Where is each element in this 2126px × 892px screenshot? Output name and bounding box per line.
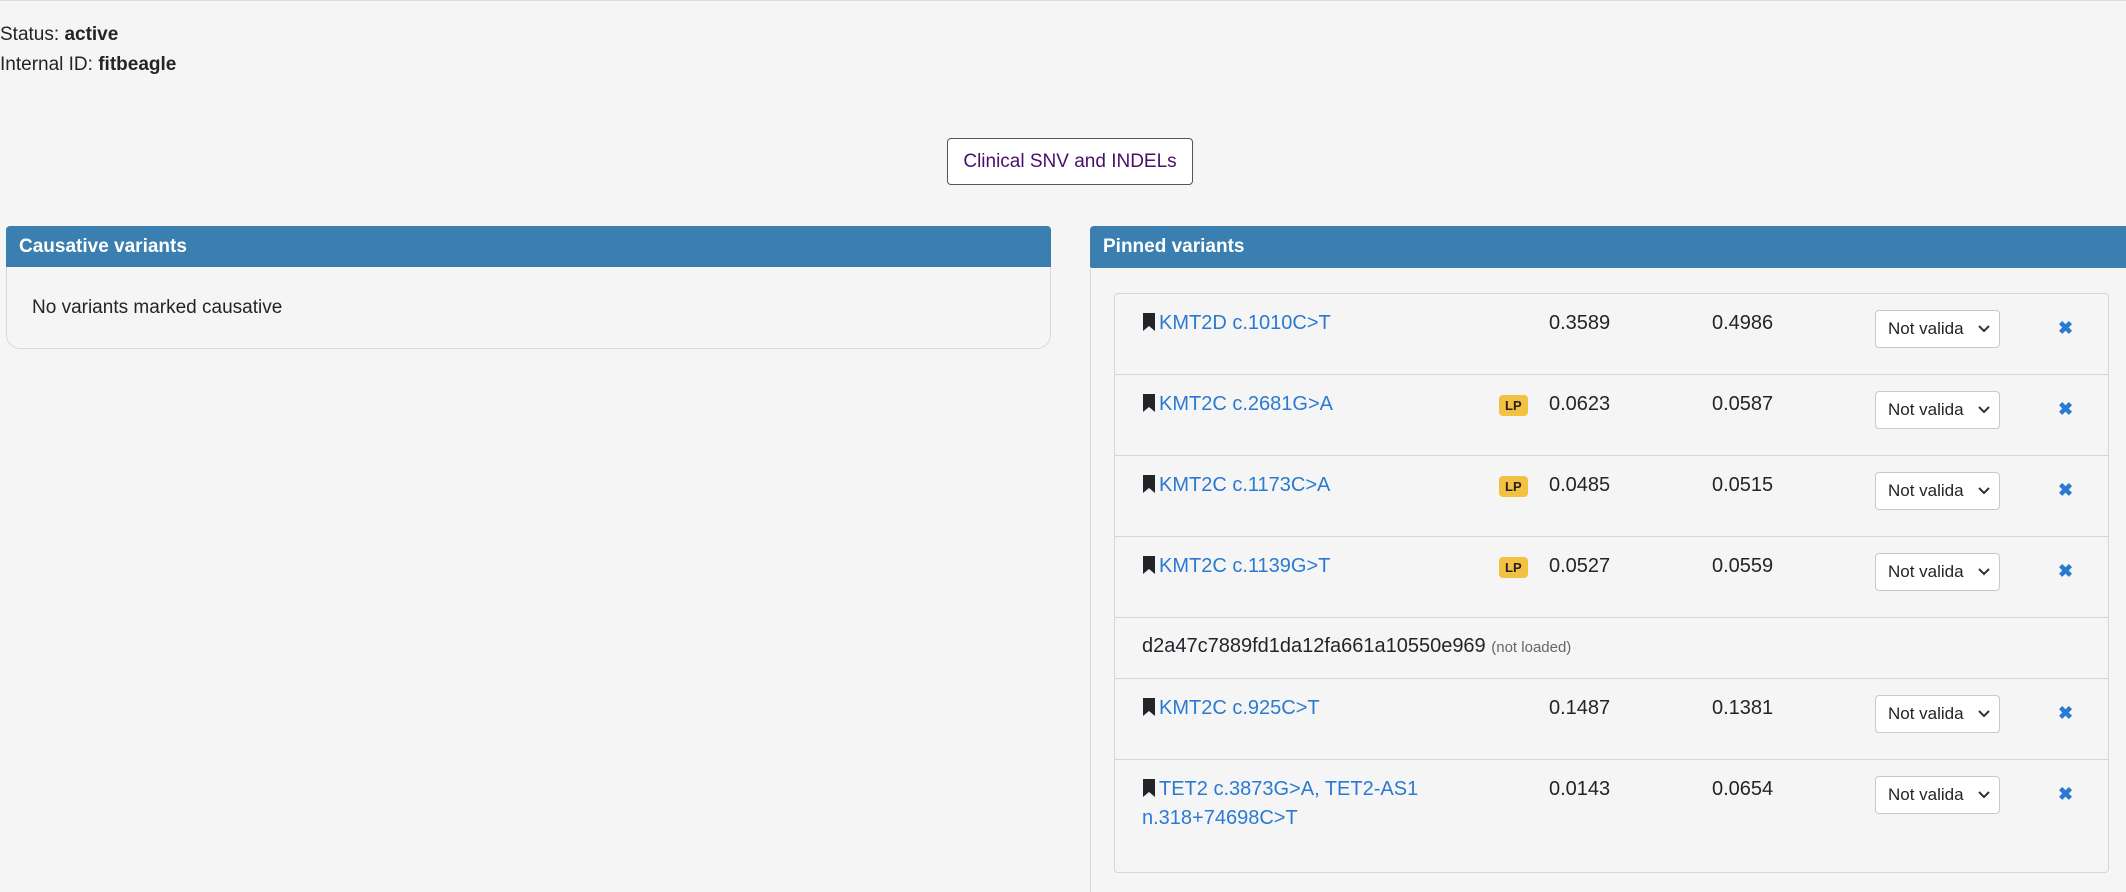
bookmark-icon — [1143, 313, 1155, 331]
remove-icon[interactable]: ✖ — [2058, 561, 2073, 582]
internal-id-line: Internal ID: fitbeagle — [0, 50, 176, 80]
bookmark-icon — [1143, 698, 1155, 716]
chevron-down-icon — [1978, 710, 1990, 718]
status-line: Status: active — [0, 20, 176, 50]
validation-value: Not valida — [1888, 704, 1964, 723]
internal-id-value: fitbeagle — [98, 54, 177, 75]
remove-icon[interactable]: ✖ — [2058, 703, 2073, 724]
remove-icon[interactable]: ✖ — [2058, 318, 2073, 339]
validation-select[interactable]: Not valida — [1875, 310, 2000, 348]
validation-value: Not valida — [1888, 400, 1964, 419]
variant-value-2: 0.0654 — [1712, 778, 1774, 800]
variant-value-2: 0.0587 — [1712, 393, 1774, 415]
case-info: Status: active Internal ID: fitbeagle — [0, 20, 176, 80]
variant-link[interactable]: KMT2C c.1139G>T — [1142, 552, 1330, 581]
variant-value-1: 0.3589 — [1549, 312, 1611, 334]
classification-badge: LP — [1499, 557, 1528, 578]
bookmark-icon — [1143, 475, 1155, 493]
top-divider — [0, 0, 2126, 1]
variant-value-1: 0.0623 — [1549, 393, 1611, 415]
variant-name: KMT2C c.1139G>T — [1159, 555, 1331, 577]
variant-link[interactable]: KMT2C c.925C>T — [1142, 694, 1320, 723]
validation-select[interactable]: Not valida — [1875, 472, 2000, 510]
list-item: TET2 c.3873G>A, TET2-AS1 n.318+74698C>T 0… — [1115, 760, 2108, 872]
bookmark-icon — [1143, 394, 1155, 412]
variant-link[interactable]: KMT2D c.1010C>T — [1142, 309, 1331, 338]
internal-id-label: Internal ID: — [0, 54, 93, 75]
variant-link[interactable]: TET2 c.3873G>A, TET2-AS1 n.318+74698C>T — [1142, 775, 1418, 833]
remove-icon[interactable]: ✖ — [2058, 399, 2073, 420]
validation-select[interactable]: Not valida — [1875, 553, 2000, 591]
list-item-unloaded: d2a47c7889fd1da12fa661a10550e969 (not lo… — [1115, 618, 2108, 679]
causative-panel-header: Causative variants — [6, 226, 1051, 268]
unloaded-variant-id: d2a47c7889fd1da12fa661a10550e969 — [1142, 635, 1486, 657]
variant-value-2: 0.4986 — [1712, 312, 1774, 334]
chevron-down-icon — [1978, 325, 1990, 333]
validation-select[interactable]: Not valida — [1875, 391, 2000, 429]
causative-panel-body: No variants marked causative — [6, 267, 1051, 349]
remove-icon[interactable]: ✖ — [2058, 784, 2073, 805]
variant-value-1: 0.1487 — [1549, 697, 1611, 719]
unloaded-variant: d2a47c7889fd1da12fa661a10550e969 (not lo… — [1142, 635, 1571, 658]
variant-link[interactable]: KMT2C c.2681G>A — [1142, 390, 1333, 419]
list-item: KMT2C c.1173C>A LP 0.0485 0.0515 Not val… — [1115, 456, 2108, 537]
bookmark-icon — [1143, 556, 1155, 574]
variant-name: KMT2D c.1010C>T — [1159, 312, 1331, 334]
variant-name-cont: n.318+74698C>T — [1142, 807, 1298, 829]
validation-value: Not valida — [1888, 481, 1964, 500]
pinned-panel-header: Pinned variants — [1090, 226, 2126, 268]
classification-badge: LP — [1499, 476, 1528, 497]
chevron-down-icon — [1978, 406, 1990, 414]
variant-value-2: 0.1381 — [1712, 697, 1774, 719]
chevron-down-icon — [1978, 791, 1990, 799]
list-item: KMT2C c.1139G>T LP 0.0527 0.0559 Not val… — [1115, 537, 2108, 618]
variant-value-1: 0.0485 — [1549, 474, 1611, 496]
variant-name: TET2 c.3873G>A, TET2-AS1 — [1159, 778, 1419, 800]
variant-value-1: 0.0527 — [1549, 555, 1611, 577]
status-value: active — [64, 24, 119, 45]
not-loaded-note: (not loaded) — [1491, 639, 1572, 656]
validation-select[interactable]: Not valida — [1875, 776, 2000, 814]
remove-icon[interactable]: ✖ — [2058, 480, 2073, 501]
pinned-variants-list: KMT2D c.1010C>T 0.3589 0.4986 Not valida… — [1114, 293, 2109, 873]
list-item: KMT2C c.2681G>A LP 0.0623 0.0587 Not val… — [1115, 375, 2108, 456]
variant-name: KMT2C c.1173C>A — [1159, 474, 1331, 496]
list-item: KMT2C c.925C>T 0.1487 0.1381 Not valida … — [1115, 679, 2108, 760]
validation-value: Not valida — [1888, 562, 1964, 581]
chevron-down-icon — [1978, 568, 1990, 576]
variant-value-2: 0.0559 — [1712, 555, 1774, 577]
bookmark-icon — [1143, 779, 1155, 797]
validation-value: Not valida — [1888, 319, 1964, 338]
causative-empty-text: No variants marked causative — [32, 297, 283, 318]
status-label: Status: — [0, 24, 60, 45]
variant-value-2: 0.0515 — [1712, 474, 1774, 496]
clinical-snv-button[interactable]: Clinical SNV and INDELs — [947, 138, 1193, 185]
validation-select[interactable]: Not valida — [1875, 695, 2000, 733]
classification-badge: LP — [1499, 395, 1528, 416]
variant-name: KMT2C c.2681G>A — [1159, 393, 1333, 415]
list-item: KMT2D c.1010C>T 0.3589 0.4986 Not valida… — [1115, 294, 2108, 375]
variant-link[interactable]: KMT2C c.1173C>A — [1142, 471, 1330, 500]
variant-name: KMT2C c.925C>T — [1159, 697, 1320, 719]
chevron-down-icon — [1978, 487, 1990, 495]
validation-value: Not valida — [1888, 785, 1964, 804]
variant-value-1: 0.0143 — [1549, 778, 1611, 800]
